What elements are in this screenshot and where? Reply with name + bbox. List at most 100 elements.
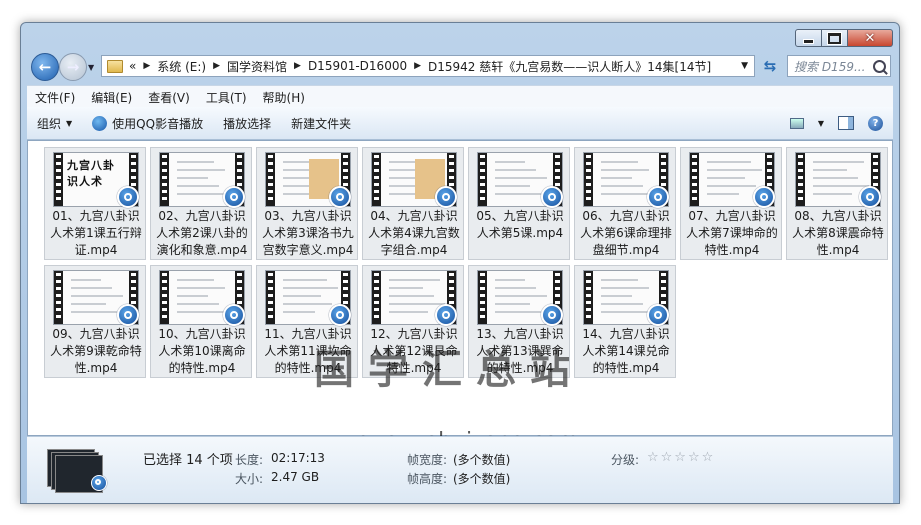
film-strip	[160, 153, 169, 206]
refresh-button[interactable]: ⇆	[759, 55, 781, 77]
view-dropdown-icon[interactable]: ▼	[818, 119, 824, 128]
thumbnail-line	[813, 169, 847, 171]
thumbnail-line	[283, 295, 321, 297]
back-button[interactable]: ←	[31, 53, 59, 81]
play-qq-button[interactable]: 使用QQ影音播放	[82, 115, 213, 132]
organize-label: 组织	[37, 116, 62, 131]
thumbnail-line	[707, 169, 762, 171]
qq-player-icon	[753, 186, 775, 208]
qq-player-icon	[92, 115, 108, 131]
menu-view[interactable]: 查看(V)	[140, 89, 198, 106]
qq-player-icon	[435, 304, 457, 326]
forward-button[interactable]: →	[59, 53, 87, 81]
maximize-button[interactable]	[822, 29, 848, 47]
address-dropdown-icon[interactable]: ▼	[741, 61, 748, 71]
thumbnail-line	[389, 303, 445, 305]
thumbnail-line	[177, 161, 214, 163]
thumbnail-line	[389, 287, 423, 289]
explorer-window: ✕ ← → ▼ « ▶ 系统 (E:) ▶ 国学资料馆 ▶ D15901-D16…	[20, 22, 900, 504]
film-strip	[584, 271, 593, 324]
qq-player-icon	[647, 304, 669, 326]
thumbnail-title: 九宫八卦 识人术	[67, 159, 115, 188]
rating-stars[interactable]: ☆☆☆☆☆	[647, 450, 715, 465]
breadcrumb-item[interactable]: 国学资料馆	[227, 58, 287, 75]
film-strip	[266, 153, 275, 206]
thumbnail-line	[177, 311, 230, 313]
search-icon[interactable]	[873, 59, 886, 73]
breadcrumb-item[interactable]: D15942 慈轩《九宫易数——识人断人》14集[14节]	[428, 58, 711, 75]
file-tile[interactable]: 05、九宫八卦识人术第5课.mp4	[468, 147, 570, 260]
thumbnail-line	[707, 161, 751, 163]
thumbnail-line	[283, 287, 338, 289]
address-bar[interactable]: « ▶ 系统 (E:) ▶ 国学资料馆 ▶ D15901-D16000 ▶ D1…	[101, 55, 755, 77]
file-tile[interactable]: 12、九宫八卦识人术第12课艮命特性.mp4	[362, 265, 464, 378]
qq-player-icon	[541, 186, 563, 208]
search-placeholder: 搜索 D159...	[794, 59, 866, 74]
breadcrumb-overflow[interactable]: «	[129, 59, 136, 73]
menu-file[interactable]: 文件(F)	[27, 89, 83, 106]
file-tile[interactable]: 10、九宫八卦识人术第10课离命的特性.mp4	[150, 265, 252, 378]
qq-player-icon	[647, 186, 669, 208]
minimize-button[interactable]	[795, 29, 822, 47]
file-name: 13、九宫八卦识人术第13课巽命的特性.mp4	[476, 327, 564, 375]
menu-edit[interactable]: 编辑(E)	[83, 89, 140, 106]
file-tile[interactable]: 九宫八卦 识人术 01、九宫八卦识人术第1课五行辩证.mp4	[44, 147, 146, 260]
new-folder-button[interactable]: 新建文件夹	[281, 115, 361, 132]
file-tile[interactable]: 08、九宫八卦识人术第8课震命特性.mp4	[786, 147, 888, 260]
breadcrumb-item[interactable]: D15901-D16000	[308, 59, 407, 73]
menu-tools[interactable]: 工具(T)	[198, 89, 255, 106]
qq-player-icon	[435, 186, 457, 208]
file-tile[interactable]: 09、九宫八卦识人术第9课乾命特性.mp4	[44, 265, 146, 378]
frame-width-label: 帧宽度:	[407, 453, 448, 467]
change-view-icon[interactable]	[789, 117, 804, 129]
thumbnail-line	[177, 279, 214, 281]
qq-player-icon	[223, 304, 245, 326]
frame-height-value: (多个数值)	[453, 472, 511, 486]
file-tile[interactable]: 06、九宫八卦识人术第6课命理排盘细节.mp4	[574, 147, 676, 260]
thumbnail-line	[177, 303, 219, 305]
breadcrumb-item[interactable]: 系统 (E:)	[157, 58, 206, 75]
thumbnail-line	[601, 295, 632, 297]
thumbnail-line	[495, 287, 536, 289]
close-button[interactable]: ✕	[848, 29, 893, 47]
thumbnail-line	[71, 279, 101, 281]
file-tile[interactable]: 02、九宫八卦识人术第2课八卦的演化和象意.mp4	[150, 147, 252, 260]
play-selection-button[interactable]: 播放选择	[213, 115, 281, 132]
thumbnail-line	[601, 169, 649, 171]
file-tile[interactable]: 03、九宫八卦识人术第3课洛书九宫数字意义.mp4	[256, 147, 358, 260]
thumbnail-line	[177, 287, 225, 289]
thumbnail-line	[601, 185, 643, 187]
file-name: 10、九宫八卦识人术第10课离命的特性.mp4	[158, 327, 246, 375]
thumbnail-line	[495, 161, 525, 163]
thumbnail-line	[71, 287, 112, 289]
preview-pane-icon[interactable]	[838, 116, 854, 130]
organize-button[interactable]: 组织 ▼	[27, 115, 82, 132]
thumbnail-line	[177, 295, 208, 297]
file-tile[interactable]: 14、九宫八卦识人术第14课兑命的特性.mp4	[574, 265, 676, 378]
toolbar-right: ▼ ?	[789, 115, 883, 131]
thumbnail-line	[601, 303, 643, 305]
file-tile[interactable]: 13、九宫八卦识人术第13课巽命的特性.mp4	[468, 265, 570, 378]
file-tile[interactable]: 04、九宫八卦识人术第4课九宫数字组合.mp4	[362, 147, 464, 260]
search-input[interactable]: 搜索 D159...	[787, 55, 891, 77]
help-icon[interactable]: ?	[868, 115, 883, 131]
menu-help[interactable]: 帮助(H)	[255, 89, 313, 106]
length-label: 长度:	[235, 453, 264, 467]
qq-player-icon	[223, 186, 245, 208]
qq-player-icon	[859, 186, 881, 208]
file-name: 12、九宫八卦识人术第12课艮命特性.mp4	[370, 327, 458, 375]
refresh-icon: ⇆	[763, 57, 777, 75]
thumbnail-line	[707, 185, 756, 187]
thumbnail-line	[601, 177, 632, 179]
back-arrow-icon: ←	[38, 58, 52, 76]
thumbnail-line	[71, 295, 123, 297]
thumbnail-line	[389, 295, 434, 297]
file-tile[interactable]: 11、九宫八卦识人术第11课坎命的特性.mp4	[256, 265, 358, 378]
qq-player-icon	[117, 304, 139, 326]
file-tile[interactable]: 07、九宫八卦识人术第7课坤命的特性.mp4	[680, 147, 782, 260]
file-name: 07、九宫八卦识人术第7课坤命的特性.mp4	[686, 209, 778, 257]
thumbnail-line	[601, 311, 654, 313]
history-dropdown-icon[interactable]: ▼	[88, 63, 94, 72]
chevron-right-icon: ▶	[414, 61, 422, 71]
chevron-right-icon: ▶	[143, 61, 151, 71]
